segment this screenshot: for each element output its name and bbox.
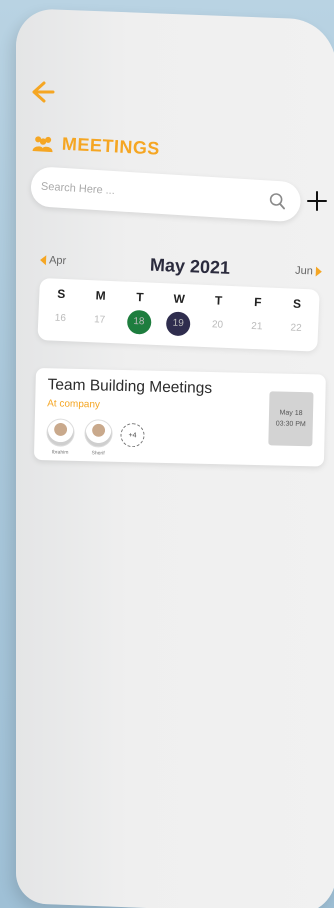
next-month-button[interactable]: Jun [294,264,323,278]
weekday-label: S [292,296,302,311]
attendee-name: Ibrahim [51,449,69,456]
weekday-label: S [57,286,66,302]
more-attendees-badge[interactable]: +4 [120,422,145,448]
meeting-date: May 18 [279,409,303,418]
prev-month-button[interactable]: Apr [39,254,67,268]
avatar [46,418,75,447]
weekday-row: S M T W T F S [47,286,311,311]
attendee[interactable]: Sherif [82,419,115,457]
calendar-date[interactable]: 22 [282,322,310,334]
next-month-label: Jun [294,264,314,278]
calendar-date[interactable]: 21 [243,321,271,333]
back-arrow-icon[interactable] [30,80,56,104]
prev-month-label: Apr [48,254,67,268]
search-input[interactable] [30,179,254,207]
meeting-card[interactable]: Team Building Meetings At company Ibrahi… [33,368,326,467]
calendar-date-selected[interactable]: 18 [125,316,157,348]
meeting-title: Team Building Meetings [47,376,213,397]
meeting-time: 03:30 PM [275,420,306,429]
weekday-label: T [214,293,223,308]
people-icon [32,134,55,153]
page-title: MEETINGS [61,133,161,159]
weekday-label: T [135,290,144,305]
meetings-screen: MEETINGS Apr May 2021 Jun S M T [0,0,334,908]
weekday-label: M [95,288,106,303]
attendee-list: Ibrahim Sherif +4 [44,418,145,457]
plus-icon[interactable] [306,190,328,212]
date-row: 16 17 18 19 20 21 22 [46,312,310,352]
week-calendar: S M T W T F S 16 17 18 19 20 21 22 [37,278,320,352]
meeting-time-box: May 18 03:30 PM [268,391,314,447]
calendar-date[interactable]: 17 [85,314,113,326]
attendee-name: Sherif [91,450,105,457]
triangle-right-icon [315,266,323,277]
calendar-date-today[interactable]: 19 [164,317,192,329]
meeting-location: At company [47,398,101,411]
page-header: MEETINGS [31,132,160,160]
month-title: May 2021 [149,254,231,278]
calendar-date[interactable]: 16 [46,312,74,324]
triangle-left-icon [39,255,47,266]
search-bar[interactable] [29,166,302,223]
search-icon[interactable] [268,192,287,211]
attendee[interactable]: Ibrahim [44,418,77,456]
weekday-label: W [173,291,186,307]
avatar [84,419,113,448]
weekday-label: F [253,294,262,310]
calendar-date[interactable]: 20 [203,319,236,352]
